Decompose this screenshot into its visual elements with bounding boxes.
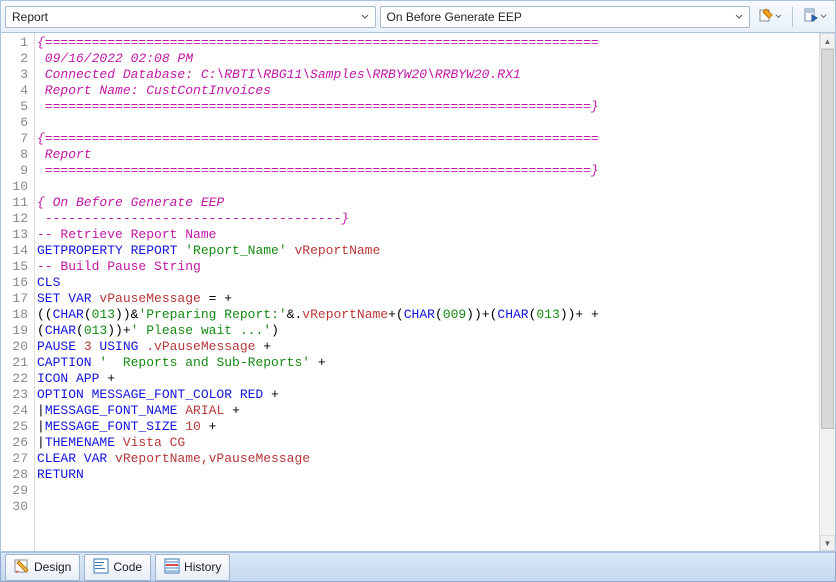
line-number: 11 (1, 195, 28, 211)
run-button[interactable] (799, 4, 831, 29)
tab-code[interactable]: Code (84, 554, 151, 581)
scroll-down-icon[interactable]: ▼ (820, 535, 835, 551)
toolbar-separator (792, 7, 793, 27)
line-number: 2 (1, 51, 28, 67)
code-line[interactable]: ICON APP + (37, 371, 819, 387)
code-line[interactable]: --------------------------------------} (37, 211, 819, 227)
line-number: 25 (1, 419, 28, 435)
line-number: 20 (1, 339, 28, 355)
toolbar: Report On Before Generate EEP (0, 0, 836, 33)
line-number: 17 (1, 291, 28, 307)
code-line[interactable]: Report (37, 147, 819, 163)
tab-history[interactable]: History (155, 554, 230, 581)
chevron-down-icon (357, 9, 373, 25)
line-number: 4 (1, 83, 28, 99)
code-line[interactable]: Connected Database: C:\RBTI\RBG11\Sample… (37, 67, 819, 83)
line-number: 14 (1, 243, 28, 259)
code-line[interactable]: |THEMENAME Vista CG (37, 435, 819, 451)
code-line[interactable]: GETPROPERTY REPORT 'Report_Name' vReport… (37, 243, 819, 259)
tab-label: Design (34, 560, 71, 574)
line-number: 26 (1, 435, 28, 451)
event-dropdown[interactable]: On Before Generate EEP (380, 6, 751, 28)
code-icon (93, 558, 109, 577)
history-icon (164, 558, 180, 577)
code-line[interactable]: |MESSAGE_FONT_SIZE 10 + (37, 419, 819, 435)
scroll-track[interactable] (820, 49, 835, 535)
line-number: 13 (1, 227, 28, 243)
line-number: 21 (1, 355, 28, 371)
line-number: 30 (1, 499, 28, 515)
bottom-tab-bar: Design Code History (0, 552, 836, 582)
line-number: 7 (1, 131, 28, 147)
code-line[interactable] (37, 115, 819, 131)
line-number: 22 (1, 371, 28, 387)
design-icon (14, 558, 30, 577)
chevron-down-icon (820, 11, 827, 23)
code-line[interactable]: PAUSE 3 USING .vPauseMessage + (37, 339, 819, 355)
line-number: 23 (1, 387, 28, 403)
code-line[interactable]: Report Name: CustContInvoices (37, 83, 819, 99)
line-number: 10 (1, 179, 28, 195)
code-line[interactable]: ========================================… (37, 99, 819, 115)
code-line[interactable] (37, 499, 819, 515)
line-number: 19 (1, 323, 28, 339)
code-line[interactable]: -- Retrieve Report Name (37, 227, 819, 243)
tab-design[interactable]: Design (5, 554, 80, 581)
code-line[interactable]: CLS (37, 275, 819, 291)
code-line[interactable] (37, 483, 819, 499)
line-number: 27 (1, 451, 28, 467)
vertical-scrollbar[interactable]: ▲ ▼ (819, 33, 835, 551)
line-number: 24 (1, 403, 28, 419)
line-number: 16 (1, 275, 28, 291)
page-arrow-icon (803, 7, 819, 26)
line-number: 29 (1, 483, 28, 499)
element-dropdown-text: Report (12, 10, 357, 24)
scroll-thumb[interactable] (821, 49, 834, 429)
code-line[interactable]: -- Build Pause String (37, 259, 819, 275)
line-number: 18 (1, 307, 28, 323)
chevron-down-icon (775, 11, 782, 23)
pencil-paper-icon (758, 7, 774, 26)
line-number: 9 (1, 163, 28, 179)
chevron-down-icon (731, 9, 747, 25)
code-editor: 1234567891011121314151617181920212223242… (0, 33, 836, 552)
code-line[interactable]: CAPTION ' Reports and Sub-Reports' + (37, 355, 819, 371)
line-number: 3 (1, 67, 28, 83)
code-line[interactable]: (CHAR(013))+' Please wait ...') (37, 323, 819, 339)
code-line[interactable] (37, 179, 819, 195)
line-number: 12 (1, 211, 28, 227)
line-number: 1 (1, 35, 28, 51)
code-line[interactable]: {=======================================… (37, 131, 819, 147)
element-dropdown[interactable]: Report (5, 6, 376, 28)
edit-button[interactable] (754, 4, 786, 29)
code-line[interactable]: SET VAR vPauseMessage = + (37, 291, 819, 307)
line-number: 28 (1, 467, 28, 483)
tab-label: Code (113, 560, 142, 574)
code-line[interactable]: |MESSAGE_FONT_NAME ARIAL + (37, 403, 819, 419)
code-line[interactable]: {=======================================… (37, 35, 819, 51)
code-line[interactable]: 09/16/2022 02:08 PM (37, 51, 819, 67)
line-number: 8 (1, 147, 28, 163)
tab-label: History (184, 560, 221, 574)
code-area[interactable]: {=======================================… (35, 33, 819, 551)
code-line[interactable]: CLEAR VAR vReportName,vPauseMessage (37, 451, 819, 467)
line-number: 15 (1, 259, 28, 275)
code-line[interactable]: { On Before Generate EEP (37, 195, 819, 211)
code-line[interactable]: RETURN (37, 467, 819, 483)
line-number-gutter: 1234567891011121314151617181920212223242… (1, 33, 35, 551)
event-dropdown-text: On Before Generate EEP (387, 10, 732, 24)
line-number: 6 (1, 115, 28, 131)
scroll-up-icon[interactable]: ▲ (820, 33, 835, 49)
line-number: 5 (1, 99, 28, 115)
code-line[interactable]: ========================================… (37, 163, 819, 179)
code-line[interactable]: ((CHAR(013))&'Preparing Report:'&.vRepor… (37, 307, 819, 323)
code-line[interactable]: OPTION MESSAGE_FONT_COLOR RED + (37, 387, 819, 403)
